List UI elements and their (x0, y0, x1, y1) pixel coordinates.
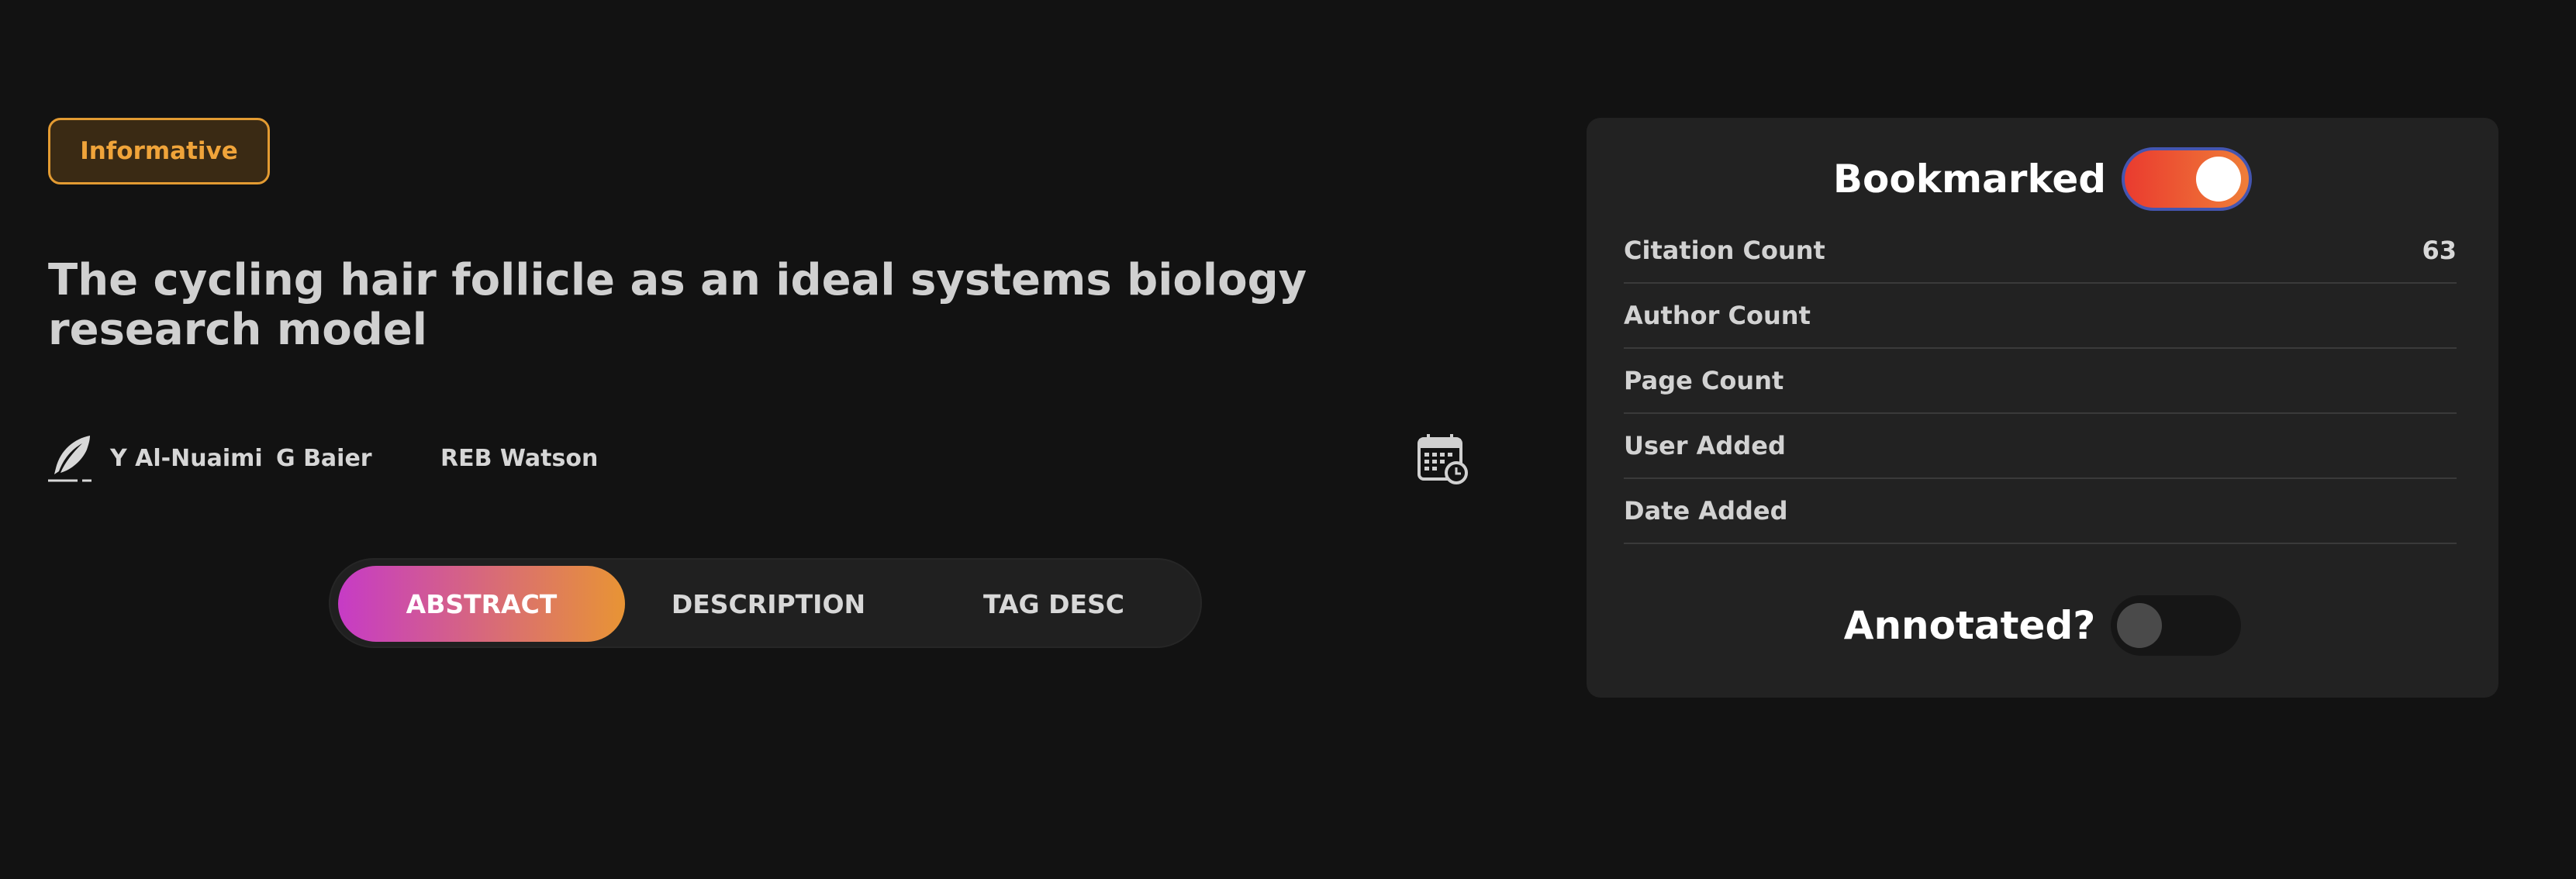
author-name[interactable]: G Baier (276, 445, 372, 472)
tab-tag-desc[interactable]: TAG DESC (912, 566, 1196, 642)
meta-label: Date Added (1624, 496, 1788, 526)
meta-row-citation-count: Citation Count 63 (1624, 219, 2457, 284)
meta-label: User Added (1624, 431, 1786, 460)
meta-row-date-added: Date Added (1624, 479, 2457, 544)
metadata-panel: Bookmarked Citation Count 63 Author Coun… (1587, 118, 2498, 698)
meta-row-author-count: Author Count (1624, 284, 2457, 349)
meta-label: Author Count (1624, 301, 1811, 330)
toggle-knob (2196, 157, 2242, 202)
annotated-toggle[interactable] (2111, 595, 2242, 656)
tab-description[interactable]: DESCRIPTION (627, 566, 910, 642)
paper-title: The cycling hair follicle as an ideal sy… (48, 255, 1307, 355)
authors-row: Y Al-Nuaimi G Baier REB Watson (47, 431, 1473, 487)
toggle-knob (2117, 603, 2163, 648)
content-tabs: ABSTRACT DESCRIPTION TAG DESC (329, 558, 1202, 648)
author-name[interactable]: REB Watson (440, 445, 598, 472)
bookmarked-row: Bookmarked (1587, 147, 2498, 211)
calendar-icon[interactable] (1416, 431, 1469, 485)
annotated-row: Annotated? (1587, 595, 2498, 656)
meta-row-user-added: User Added (1624, 414, 2457, 479)
bookmarked-toggle[interactable] (2122, 147, 2253, 211)
author-name[interactable]: Y Al-Nuaimi (110, 445, 263, 472)
meta-label: Citation Count (1624, 236, 1825, 265)
tab-abstract[interactable]: ABSTRACT (338, 566, 625, 642)
meta-row-page-count: Page Count (1624, 349, 2457, 414)
tag-badge[interactable]: Informative (48, 118, 270, 184)
bookmarked-label: Bookmarked (1832, 157, 2107, 202)
paper-detail-page: Informative The cycling hair follicle as… (0, 0, 2576, 879)
meta-label: Page Count (1624, 366, 1784, 395)
annotated-label: Annotated? (1843, 603, 2096, 648)
metadata-table: Citation Count 63 Author Count Page Coun… (1624, 219, 2457, 544)
quill-icon (48, 436, 92, 482)
meta-value: 63 (2422, 236, 2457, 265)
